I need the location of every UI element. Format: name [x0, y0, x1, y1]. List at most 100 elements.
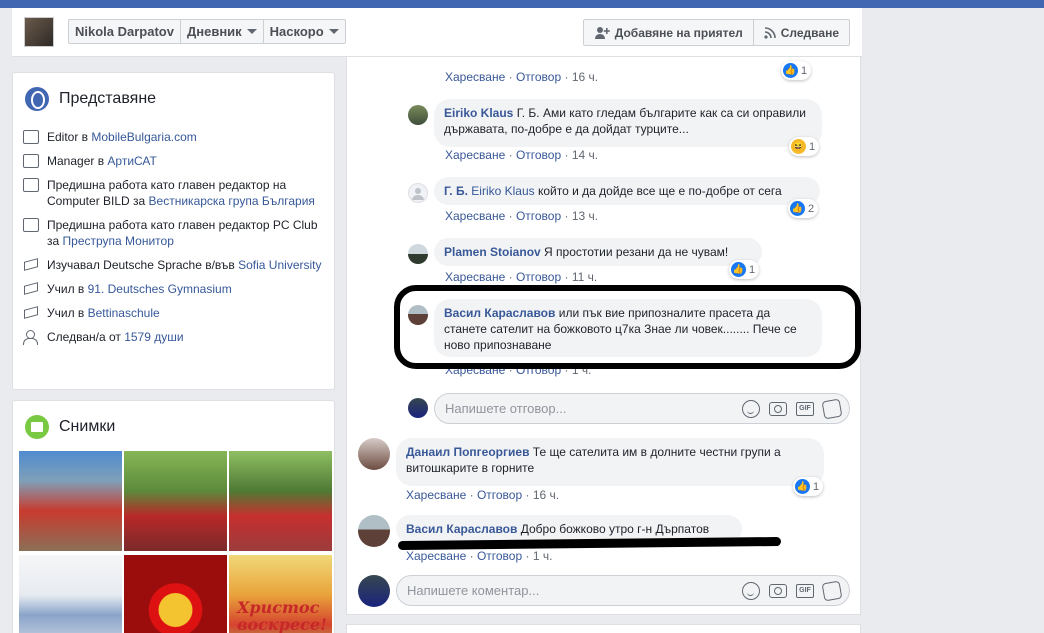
photo-thumbnail[interactable] [19, 451, 122, 551]
like-link[interactable]: Харесване [445, 270, 505, 284]
reply-link[interactable]: Отговор [516, 270, 561, 284]
comment-bubble: Г. Б. Eiriko Klaus който и да дойде все … [434, 177, 820, 205]
intro-link[interactable]: Вестникарска група България [149, 194, 315, 208]
emoji-icon[interactable] [742, 400, 760, 418]
separator: · [508, 148, 513, 162]
like-icon: 👍 [795, 479, 810, 494]
camera-icon[interactable] [769, 584, 787, 598]
intro-link[interactable]: АртиСАТ [107, 154, 156, 168]
like-link[interactable]: Харесване [445, 70, 505, 84]
profile-header: Nikola Darpatov Дневник Наскоро Добавяне… [12, 8, 862, 57]
mention-link[interactable]: Eiriko Klaus [471, 184, 534, 198]
photo-thumbnail[interactable] [124, 451, 227, 551]
highlight-annotation [394, 285, 861, 369]
add-friend-label: Добавяне на приятел [614, 25, 743, 40]
intro-link[interactable]: Преструпа Монитор [63, 234, 174, 248]
timeline-dropdown[interactable]: Дневник [181, 20, 264, 43]
add-friend-icon [594, 26, 610, 39]
intro-item: Предишна работа като главен редактор на … [23, 177, 323, 209]
profile-name-link[interactable]: Nikola Darpatov [69, 20, 181, 43]
commenter-name[interactable]: Eiriko Klaus [444, 106, 513, 120]
separator: · [525, 488, 530, 502]
like-link[interactable]: Харесване [445, 148, 505, 162]
comment-meta: Харесване · Отговор · 11 ч. [445, 270, 597, 284]
intro-link[interactable]: Bettinaschule [88, 306, 160, 320]
timestamp[interactable]: 16 ч. [572, 70, 598, 84]
intro-link[interactable]: 91. Deutsches Gymnasium [88, 282, 232, 296]
reply-placeholder: Напишете отговор... [445, 401, 567, 416]
intro-item: Изучавал Deutsche Sprache в/във Sofia Un… [23, 257, 323, 273]
commenter-avatar[interactable] [358, 438, 390, 470]
comment-meta: Харесване · Отговор · 16 ч. [406, 488, 559, 502]
separator: · [469, 488, 474, 502]
reply-input[interactable]: Напишете отговор... GIF [434, 393, 850, 424]
top-bar [0, 0, 1044, 8]
camera-icon[interactable] [769, 402, 787, 416]
briefcase-icon [23, 178, 39, 192]
intro-text: Учил в [47, 306, 88, 320]
reply-link[interactable]: Отговор [477, 549, 522, 563]
intro-text: Следван/а от [47, 330, 125, 344]
reaction-count[interactable]: 👍 2 [788, 199, 819, 218]
like-link[interactable]: Харесване [406, 549, 466, 563]
like-link[interactable]: Харесване [445, 209, 505, 223]
commenter-avatar[interactable] [408, 105, 428, 125]
commenter-name[interactable]: Г. Б. [444, 184, 468, 198]
reaction-count[interactable]: 👍 1 [729, 260, 760, 279]
separator: · [564, 70, 569, 84]
reply-link[interactable]: Отговор [516, 70, 561, 84]
reply-link[interactable]: Отговор [516, 209, 561, 223]
commenter-name[interactable]: Васил Караславов [406, 522, 517, 536]
add-friend-button[interactable]: Добавяне на приятел [584, 20, 754, 45]
timestamp[interactable]: 1 ч. [533, 549, 553, 563]
commenter-name[interactable]: Данаил Попгеоргиев [406, 445, 529, 459]
rss-icon [764, 26, 776, 39]
emoji-icon[interactable] [742, 582, 760, 600]
timestamp[interactable]: 13 ч. [572, 209, 598, 223]
gif-icon[interactable]: GIF [796, 584, 814, 598]
photo-grid: Христос воскресе! [19, 451, 332, 633]
reaction-count[interactable]: 👍 1 [793, 477, 824, 496]
follow-button[interactable]: Следване [754, 20, 849, 45]
like-icon: 👍 [790, 201, 805, 216]
intro-item: Предишна работа като главен редактор PC … [23, 217, 323, 249]
profile-avatar[interactable] [24, 17, 54, 47]
separator: · [508, 209, 513, 223]
photos-title-text: Снимки [59, 418, 116, 435]
profile-name[interactable]: Nikola Darpatov [75, 20, 174, 43]
commenter-name[interactable]: Plamen Stoianov [444, 245, 541, 259]
intro-link[interactable]: MobileBulgaria.com [91, 130, 196, 144]
commenter-avatar[interactable] [408, 183, 428, 203]
reply-link[interactable]: Отговор [516, 148, 561, 162]
timestamp[interactable]: 16 ч. [533, 488, 559, 502]
photo-thumbnail[interactable] [19, 555, 122, 633]
reaction-count[interactable]: 😆 1 [789, 137, 820, 156]
comment-placeholder: Напишете коментар... [407, 583, 540, 598]
comment-meta: Харесване · Отговор · 14 ч. [445, 148, 598, 162]
reaction-number: 1 [801, 64, 808, 77]
timestamp[interactable]: 14 ч. [572, 148, 598, 162]
reply-link[interactable]: Отговор [477, 488, 522, 502]
intro-link[interactable]: Sofia University [238, 258, 321, 272]
commenter-avatar[interactable] [358, 515, 390, 547]
gif-icon[interactable]: GIF [796, 402, 814, 416]
like-link[interactable]: Харесване [406, 488, 466, 502]
current-user-avatar [358, 575, 390, 607]
photo-thumbnail[interactable]: Христос воскресе! [229, 555, 332, 633]
intro-item: Учил в 91. Deutsches Gymnasium [23, 281, 323, 297]
graduation-cap-icon [23, 282, 39, 296]
commenter-avatar[interactable] [408, 244, 428, 264]
reaction-count[interactable]: 👍 1 [781, 61, 812, 80]
globe-icon [25, 87, 49, 111]
comment-input[interactable]: Напишете коментар... GIF [396, 575, 850, 606]
input-tools: GIF [742, 398, 843, 420]
intro-link[interactable]: 1579 души [124, 330, 183, 344]
sticker-icon[interactable] [821, 398, 843, 420]
sticker-icon[interactable] [821, 580, 843, 602]
intro-text: Изучавал Deutsche Sprache в/във [47, 258, 239, 272]
recent-dropdown[interactable]: Наскоро [264, 20, 345, 43]
timestamp[interactable]: 11 ч. [572, 270, 597, 284]
photo-thumbnail[interactable] [124, 555, 227, 633]
current-user-avatar [408, 398, 428, 418]
photo-thumbnail[interactable] [229, 451, 332, 551]
